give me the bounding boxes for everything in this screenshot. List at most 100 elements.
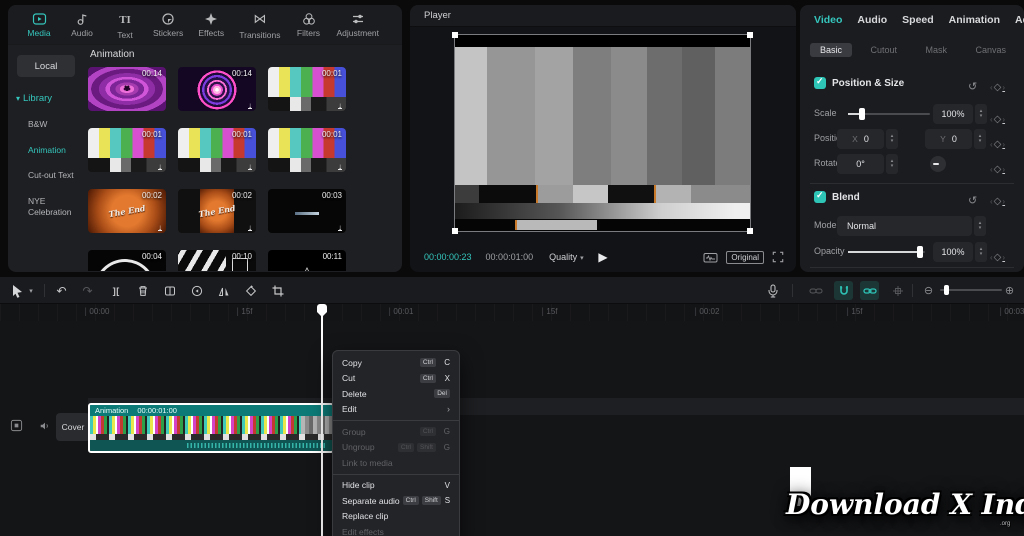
position-x-stepper[interactable] (886, 129, 898, 149)
zoom-out-icon[interactable] (919, 281, 938, 300)
timeline-clip[interactable]: Animation 00:00:01:00 (88, 403, 334, 453)
rotate-value-field[interactable]: 0° (837, 154, 884, 174)
media-thumbnail[interactable]: 00:04 (88, 250, 166, 271)
reverse-icon[interactable] (187, 281, 206, 300)
quality-dropdown[interactable]: Quality (549, 252, 584, 262)
sidebar-item-cutout-text[interactable]: Cut-out Text (28, 170, 78, 181)
freeze-frame-icon[interactable] (160, 281, 179, 300)
menu-item-ungroup[interactable]: Ungroup Ctrl Shift G (333, 440, 459, 456)
blend-mode-dropdown[interactable]: Normal (837, 216, 972, 236)
tab-audio[interactable]: Audio (67, 12, 97, 38)
subtab-cutout[interactable]: Cutout (860, 43, 907, 57)
menu-item-copy[interactable]: Copy Ctrl C (333, 355, 459, 371)
zoom-slider-thumb[interactable] (944, 285, 949, 295)
opacity-slider[interactable] (848, 246, 925, 258)
scale-value-field[interactable]: 100% (933, 104, 973, 124)
media-thumbnail[interactable]: 00:01 (268, 128, 346, 172)
tab-stickers[interactable]: Stickers (153, 12, 183, 38)
tab-audio-props[interactable]: Audio (857, 14, 887, 26)
blend-mode-stepper[interactable] (974, 216, 986, 236)
sidebar-local-button[interactable]: Local (17, 55, 75, 77)
undo-icon[interactable] (52, 281, 71, 300)
media-thumbnail[interactable]: 00:10 (178, 250, 256, 271)
crop-icon[interactable] (268, 281, 287, 300)
rotate-knob[interactable] (930, 156, 946, 172)
tab-adjustment[interactable]: Adjustment (337, 12, 379, 38)
delete-icon[interactable] (133, 281, 152, 300)
media-thumbnail[interactable]: 00:14 (88, 67, 166, 111)
tab-animation-props[interactable]: Animation (949, 14, 1000, 26)
redo-icon[interactable] (78, 281, 97, 300)
download-icon[interactable] (158, 161, 162, 170)
scale-slider[interactable] (848, 108, 930, 120)
menu-item-replace-clip[interactable]: Replace clip (333, 509, 459, 525)
opacity-slider-thumb[interactable] (917, 246, 923, 258)
fullscreen-icon[interactable] (772, 251, 784, 263)
select-cursor-icon[interactable] (8, 281, 27, 300)
link-clips-icon[interactable] (806, 281, 825, 300)
tab-video[interactable]: Video (814, 14, 842, 26)
sidebar-item-animation[interactable]: Animation (28, 145, 78, 156)
download-icon[interactable] (158, 222, 162, 231)
subtab-canvas[interactable]: Canvas (965, 43, 1016, 57)
mute-track-icon[interactable] (39, 420, 51, 432)
media-thumbnail[interactable]: 00:01 (268, 67, 346, 111)
keyframe-diamond-icon[interactable] (990, 159, 1005, 177)
keyframe-diamond-icon[interactable] (990, 247, 1005, 265)
menu-item-edit[interactable]: Edit › (333, 402, 459, 418)
media-thumbnail[interactable]: 00:11 (268, 250, 346, 271)
download-icon[interactable] (338, 100, 342, 109)
menu-item-link-to-media[interactable]: Link to media (333, 455, 459, 471)
download-icon[interactable] (248, 161, 252, 170)
position-y-field[interactable]: Y 0 (925, 129, 972, 149)
magnet-snap-icon[interactable] (834, 281, 853, 300)
scale-stepper[interactable] (975, 104, 987, 124)
tab-filters[interactable]: Filters (294, 12, 324, 38)
keyframe-diamond-icon[interactable] (990, 77, 1005, 95)
menu-item-edit-effects[interactable]: Edit effects (333, 524, 459, 536)
media-thumbnail[interactable]: 00:02 The End (88, 189, 166, 233)
rotate-stepper[interactable] (886, 154, 898, 174)
reset-icon[interactable] (968, 77, 977, 95)
tab-text[interactable]: Text (110, 10, 140, 40)
keyframe-diamond-icon[interactable] (990, 109, 1005, 127)
keyframe-diamond-icon[interactable] (990, 134, 1005, 152)
scale-slider-thumb[interactable] (859, 108, 865, 120)
subtab-mask[interactable]: Mask (915, 43, 957, 57)
menu-item-separate-audio[interactable]: Separate audio Ctrl Shift S (333, 493, 459, 509)
position-y-stepper[interactable] (974, 129, 986, 149)
rotate-icon[interactable] (241, 281, 260, 300)
auto-link-icon[interactable] (860, 281, 879, 300)
media-thumbnail[interactable]: 00:03 (268, 189, 346, 233)
sidebar-library[interactable]: Library (16, 93, 82, 104)
video-preview[interactable] (452, 32, 753, 234)
waveform-preview-icon[interactable] (703, 251, 718, 264)
keyframe-diamond-icon[interactable] (990, 191, 1005, 209)
position-size-checkbox[interactable] (814, 76, 826, 89)
play-button[interactable] (598, 250, 607, 264)
tab-adjustment-props[interactable]: Adjustment (1015, 14, 1024, 26)
opacity-value-field[interactable]: 100% (933, 242, 973, 262)
media-thumbnail[interactable]: 00:01 (88, 128, 166, 172)
tab-transitions[interactable]: Transitions (239, 10, 280, 40)
download-icon[interactable] (338, 161, 342, 170)
track-display-toggle-icon[interactable] (10, 419, 23, 432)
cover-button[interactable]: Cover (56, 413, 90, 441)
timeline-zoom-slider[interactable] (940, 285, 1002, 295)
media-thumbnail[interactable]: 00:01 (178, 128, 256, 172)
reset-icon[interactable] (968, 191, 977, 209)
download-icon[interactable] (338, 222, 342, 231)
menu-item-cut[interactable]: Cut Ctrl X (333, 371, 459, 387)
media-thumbnail[interactable]: 00:02 The End (178, 189, 256, 233)
sidebar-item-bw[interactable]: B&W (28, 119, 78, 130)
download-icon[interactable] (248, 100, 252, 109)
selection-handle[interactable] (747, 32, 753, 38)
blend-checkbox[interactable] (814, 190, 826, 203)
timeline-ruler[interactable]: 00:00 15f 00:01 15f 00:02 15f 00:03 (0, 304, 1024, 321)
selection-handle[interactable] (452, 228, 458, 234)
original-resolution-toggle[interactable]: Original (726, 250, 764, 264)
voiceover-mic-icon[interactable] (763, 281, 782, 300)
tab-effects[interactable]: Effects (196, 12, 226, 38)
menu-item-delete[interactable]: Delete Del (333, 386, 459, 402)
split-icon[interactable] (106, 281, 125, 300)
